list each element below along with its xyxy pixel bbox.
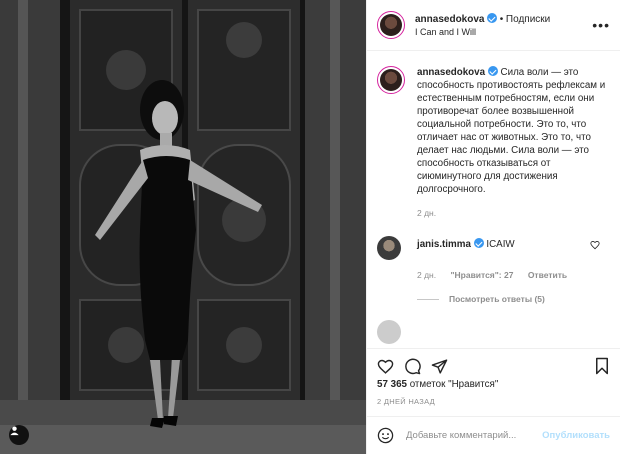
post-header: annasedokova • Подписки I Can and I Will… — [367, 0, 620, 51]
caption-username[interactable]: annasedokova — [417, 67, 485, 78]
reply-button[interactable]: Ответить — [528, 270, 567, 280]
following-button[interactable]: Подписки — [506, 14, 550, 25]
comment-username[interactable]: janis.timma — [417, 239, 471, 250]
comment-icon[interactable] — [404, 358, 421, 375]
like-icon[interactable] — [377, 358, 394, 375]
post-date[interactable]: 2 ДНЕЙ НАЗАД — [377, 397, 435, 406]
list-item — [377, 320, 610, 344]
comment-text: ICAIW — [486, 239, 515, 250]
view-replies-label: Посмотреть ответы (5) — [449, 294, 545, 304]
more-icon[interactable]: ••• — [592, 17, 610, 33]
comment-age[interactable]: 2 дн. — [417, 270, 436, 280]
save-icon[interactable] — [594, 357, 610, 375]
caption-avatar[interactable] — [377, 66, 405, 94]
avatar[interactable] — [377, 11, 405, 39]
emoji-icon[interactable] — [377, 427, 394, 444]
location-link[interactable]: I Can and I Will — [415, 27, 592, 37]
share-icon[interactable] — [431, 358, 448, 375]
comment-avatar[interactable] — [377, 236, 401, 260]
post-comment-button[interactable]: Опубликовать — [542, 430, 610, 441]
photo-image — [0, 0, 366, 454]
comment-like-icon[interactable] — [590, 240, 600, 250]
verified-icon — [473, 238, 484, 248]
view-replies-button[interactable]: Посмотреть ответы (5) — [417, 294, 610, 304]
comment-avatar[interactable] — [377, 320, 401, 344]
comments-list[interactable]: annasedokova Сила воли — это способность… — [367, 52, 620, 348]
user-tag-icon[interactable] — [9, 425, 29, 445]
verified-icon — [487, 13, 498, 23]
post-photo[interactable] — [0, 0, 366, 454]
list-item: janis.timma ICAIW — [377, 236, 610, 260]
verified-icon — [487, 66, 498, 76]
comment-input[interactable] — [404, 429, 543, 442]
likes-number: 57 365 — [377, 379, 407, 390]
likes-label: отметок "Нравится" — [409, 379, 499, 390]
header-separator: • — [499, 14, 504, 25]
actions-bar: 57 365 отметок "Нравится" — [367, 348, 620, 398]
comment-likes[interactable]: "Нравится": 27 — [450, 270, 513, 280]
caption-meta: 2 дн. — [417, 208, 610, 218]
header-username[interactable]: annasedokova — [415, 14, 484, 25]
comment-meta: 2 дн. "Нравится": 27 Ответить — [417, 270, 610, 280]
caption-text: Сила воли — это способность противостоят… — [417, 67, 606, 195]
caption: annasedokova Сила воли — это способность… — [377, 66, 610, 196]
caption-age[interactable]: 2 дн. — [417, 208, 436, 218]
post-side-panel: annasedokova • Подписки I Can and I Will… — [366, 0, 620, 454]
likes-count[interactable]: 57 365 отметок "Нравится" — [377, 379, 610, 390]
add-comment-bar: Опубликовать — [367, 416, 620, 454]
